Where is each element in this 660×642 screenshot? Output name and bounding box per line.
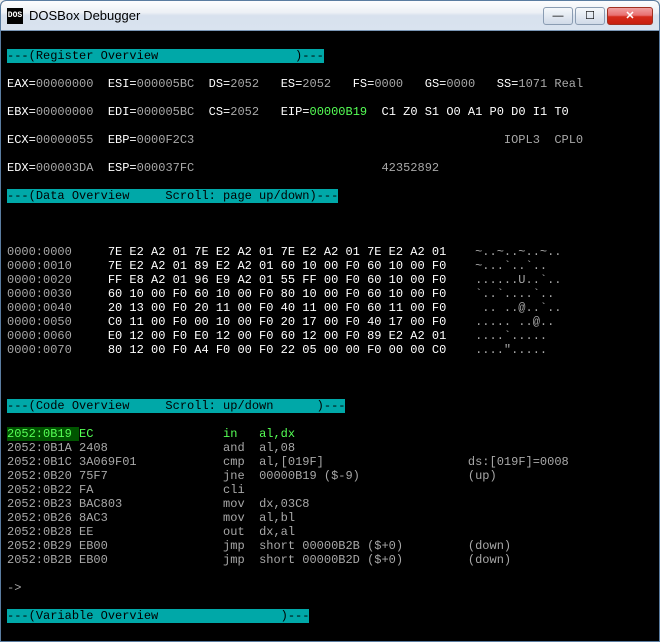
app-icon: DOS <box>7 8 23 24</box>
minimize-button[interactable]: — <box>543 7 573 25</box>
code-cursor: -> <box>7 581 653 595</box>
data-row: 0000:0040 20 13 00 F0 20 11 00 F0 40 11 … <box>7 301 653 315</box>
data-row: 0000:0060 E0 12 00 F0 E0 12 00 F0 60 12 … <box>7 329 653 343</box>
data-row: 0000:0050 C0 11 00 F0 00 10 00 F0 20 17 … <box>7 315 653 329</box>
titlebar[interactable]: DOS DOSBox Debugger — ☐ ✕ <box>1 1 659 31</box>
app-window: DOS DOSBox Debugger — ☐ ✕ ---(Register O… <box>0 0 660 642</box>
close-button[interactable]: ✕ <box>607 7 653 25</box>
code-row: 2052:0B29 EB00 jmp short 00000B2B ($+0) … <box>7 539 653 553</box>
code-row: 2052:0B22 FA cli <box>7 483 653 497</box>
window-controls: — ☐ ✕ <box>543 7 653 25</box>
code-row: 2052:0B1A 2408 and al,08 <box>7 441 653 455</box>
data-row: 0000:0030 60 10 00 F0 60 10 00 F0 80 10 … <box>7 287 653 301</box>
register-line-1: EAX=00000000 ESI=000005BC DS=2052 ES=205… <box>7 77 653 91</box>
data-row: 0000:0010 7E E2 A2 01 89 E2 A2 01 60 10 … <box>7 259 653 273</box>
variable-section-header: ---(Variable Overview )--- <box>7 609 309 623</box>
data-row: 0000:0020 FF E8 A2 01 96 E9 A2 01 55 FF … <box>7 273 653 287</box>
register-line-3: ECX=00000055 EBP=0000F2C3 IOPL3 CPL0 <box>7 133 653 147</box>
terminal[interactable]: ---(Register Overview )--- EAX=00000000 … <box>1 31 659 641</box>
code-row: 2052:0B26 8AC3 mov al,bl <box>7 511 653 525</box>
data-row: 0000:0070 80 12 00 F0 A4 F0 00 F0 22 05 … <box>7 343 653 357</box>
code-block: 2052:0B19 EC in al,dx 2052:0B1A 2408 and… <box>7 427 653 567</box>
window-title: DOSBox Debugger <box>29 8 543 23</box>
code-row: 2052:0B23 BAC803 mov dx,03C8 <box>7 497 653 511</box>
maximize-button[interactable]: ☐ <box>575 7 605 25</box>
code-row: 2052:0B1C 3A069F01 cmp al,[019F] ds:[019… <box>7 455 653 469</box>
code-section-header: ---(Code Overview Scroll: up/down )--- <box>7 399 345 413</box>
data-section-header: ---(Data Overview Scroll: page up/down)-… <box>7 189 338 203</box>
code-row: 2052:0B19 EC in al,dx <box>7 427 653 441</box>
register-section-header: ---(Register Overview )--- <box>7 49 324 63</box>
register-line-2: EBX=00000000 EDI=000005BC CS=2052 EIP=00… <box>7 105 653 119</box>
register-line-4: EDX=000003DA ESP=000037FC 42352892 <box>7 161 653 175</box>
code-row: 2052:0B20 75F7 jne 00000B19 ($-9) (up) <box>7 469 653 483</box>
data-row: 0000:0000 7E E2 A2 01 7E E2 A2 01 7E E2 … <box>7 245 653 259</box>
code-row: 2052:0B28 EE out dx,al <box>7 525 653 539</box>
data-block: 0000:0000 7E E2 A2 01 7E E2 A2 01 7E E2 … <box>7 245 653 357</box>
code-row: 2052:0B2B EB00 jmp short 00000B2D ($+0) … <box>7 553 653 567</box>
